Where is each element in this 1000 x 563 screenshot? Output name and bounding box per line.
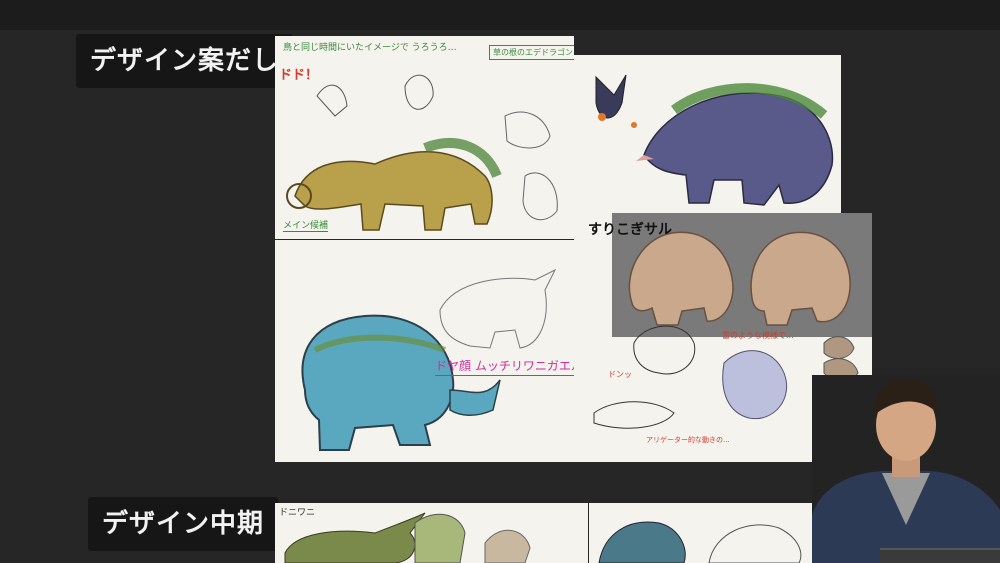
dino-sound-effect: ドド！ [279, 68, 319, 83]
dino-boxed-note: 草の根のエデドラゴン [489, 45, 574, 60]
laptop [880, 548, 1000, 563]
frog-caption: ドヤ顔 ムッチリワニガエル [435, 357, 574, 376]
top-bar [0, 0, 1000, 30]
monkey-note-1: 雷のような模様で... [722, 331, 794, 340]
section-label-early-design: デザイン案だし [76, 34, 294, 88]
sketch-panel-mid-1: ドニワニ [275, 503, 588, 563]
dinosaur-sketch-art [286, 74, 558, 231]
sketch-panel-frog-croc: ドヤ顔 ムッチリワニガエル [275, 240, 574, 462]
dino-top-note: 鳥と同じ時間にいたイメージで うろうろ… [283, 43, 457, 53]
frog-croc-sketch-art [301, 268, 557, 451]
boar-sketch-art [595, 74, 834, 206]
dino-caption: メイン候補 [283, 218, 329, 232]
monkey-note-2: ドンッ [608, 370, 632, 379]
sketch-panel-boar [574, 55, 841, 215]
mid-1-sketch-art [284, 512, 531, 563]
monkey-title: すりこぎサル [588, 222, 672, 238]
mid-panel-title: ドニワニ [279, 508, 316, 518]
sketch-panel-mid-2 [589, 503, 819, 563]
presenter-webcam [812, 375, 1000, 563]
section-label-mid-design: デザイン中期 [88, 497, 279, 551]
monkey-note-3: アリゲーター的な動きの... [646, 436, 730, 444]
mid-2-sketch-art [598, 521, 802, 563]
sketch-panel-dinosaur: ドド！ 鳥と同じ時間にいたイメージで うろうろ… 草の根のエデドラゴン メイン候… [275, 36, 574, 239]
